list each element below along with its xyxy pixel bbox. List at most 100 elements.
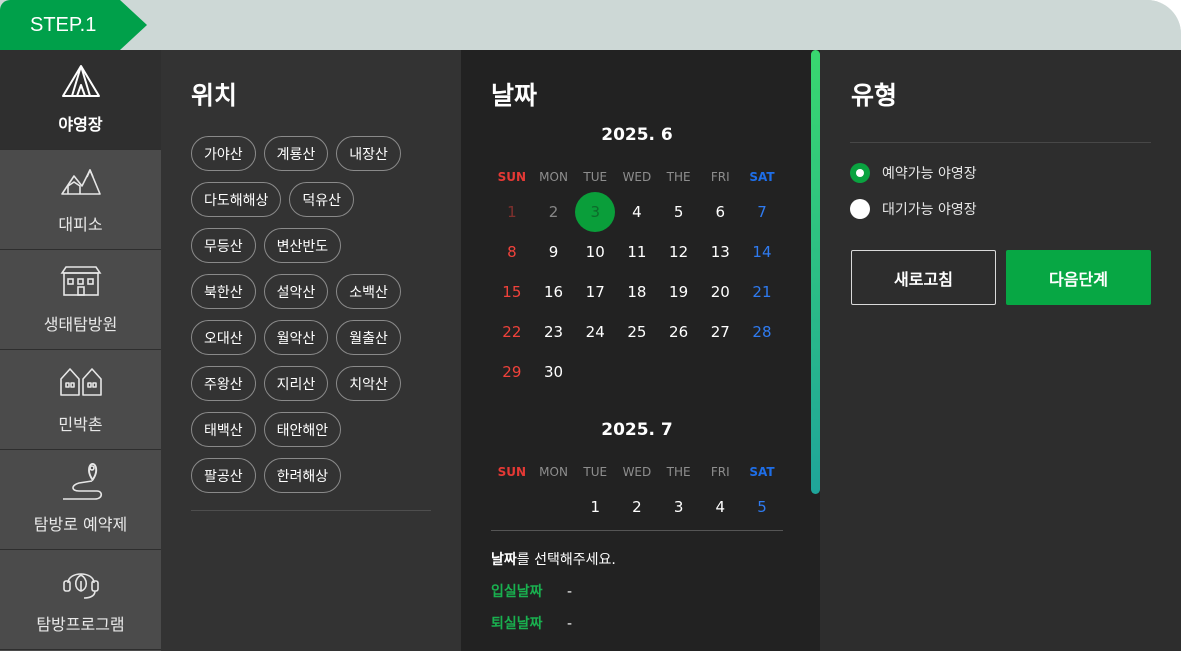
calendar-day[interactable]: 5 <box>658 192 700 232</box>
calendar-day[interactable]: 25 <box>616 312 658 352</box>
nav-label: 민박촌 <box>58 415 103 434</box>
location-chip[interactable]: 팔공산 <box>191 458 256 493</box>
location-chip[interactable]: 다도해해상 <box>191 182 282 217</box>
calendar-day[interactable]: 10 <box>574 232 616 272</box>
location-chip[interactable]: 변산반도 <box>263 228 342 263</box>
nav-item-campground[interactable]: 야영장 <box>0 50 161 150</box>
location-chip[interactable]: 가야산 <box>191 136 256 171</box>
calendar: 2025. 6 SUN MON TUE WED THE FRI SAT 1 2 3 4 5 6 7 8 9 10 1… <box>491 120 783 530</box>
calendar-week: 22 23 24 25 26 27 28 <box>491 312 783 352</box>
refresh-button[interactable]: 새로고침 <box>851 250 996 305</box>
calendar-day[interactable]: 26 <box>658 312 700 352</box>
location-chip[interactable]: 설악산 <box>263 274 329 309</box>
location-chip[interactable]: 오대산 <box>191 320 256 355</box>
location-chip[interactable]: 내장산 <box>336 136 401 171</box>
location-chip[interactable]: 덕유산 <box>289 182 355 217</box>
nav-item-eco-center[interactable]: 생태탐방원 <box>0 250 161 350</box>
calendar-day[interactable]: 3 <box>574 192 616 232</box>
calendar-empty-cell <box>616 352 658 392</box>
weekday-label: MON <box>539 465 568 479</box>
calendar-day[interactable]: 19 <box>658 272 700 312</box>
radio-waitlist-campground[interactable]: 대기가능 야영장 <box>850 199 977 219</box>
location-chip[interactable]: 월악산 <box>263 320 329 355</box>
location-chip[interactable]: 주왕산 <box>191 366 256 401</box>
day-number: 5 <box>757 498 767 516</box>
step-header: STEP.1 <box>0 0 1181 50</box>
calendar-day[interactable]: 7 <box>741 192 783 232</box>
location-chip[interactable]: 지리산 <box>263 366 329 401</box>
nav-item-guesthouse[interactable]: 민박촌 <box>0 350 161 450</box>
weekday-header: SUN MON TUE WED THE FRI SAT <box>491 463 783 481</box>
radio-label: 예약가능 야영장 <box>882 166 977 182</box>
calendar-empty-cell <box>699 352 741 392</box>
calendar-day[interactable]: 17 <box>574 272 616 312</box>
day-number: 2 <box>632 498 642 516</box>
day-number: 25 <box>627 323 647 341</box>
calendar-day[interactable]: 2 <box>616 487 658 527</box>
day-number: 7 <box>757 203 767 221</box>
calendar-day[interactable]: 8 <box>491 232 533 272</box>
calendar-day[interactable]: 1 <box>491 192 533 232</box>
calendar-day[interactable]: 2 <box>533 192 575 232</box>
houses-icon <box>59 361 103 401</box>
calendar-day[interactable]: 12 <box>658 232 700 272</box>
day-number: 26 <box>669 323 689 341</box>
reservation-widget: STEP.1 야영장 대피소 생태탐방원 민박촌 탐방로 예약제 탐방프로그램 … <box>0 0 1181 651</box>
nav-item-trail-reservation[interactable]: 탐방로 예약제 <box>0 450 161 550</box>
nav-item-program[interactable]: 탐방프로그램 <box>0 550 161 650</box>
calendar-day[interactable]: 30 <box>533 352 575 392</box>
day-number: 3 <box>673 498 684 516</box>
radio-available-campground[interactable]: 예약가능 야영장 <box>850 163 977 183</box>
location-chip[interactable]: 무등산 <box>191 228 256 263</box>
calendar-week: 1 2 3 4 5 6 7 <box>491 192 783 232</box>
location-chip[interactable]: 한려해상 <box>263 458 342 493</box>
calendar-day[interactable]: 11 <box>616 232 658 272</box>
location-chip[interactable]: 소백산 <box>336 274 401 309</box>
date-prompt-bold: 날짜 <box>491 552 517 568</box>
calendar-scrollbar[interactable] <box>811 50 820 494</box>
building-icon <box>59 261 103 301</box>
calendar-day[interactable]: 13 <box>699 232 741 272</box>
location-chip[interactable]: 월출산 <box>336 320 401 355</box>
calendar-day[interactable]: 24 <box>574 312 616 352</box>
calendar-day[interactable]: 1 <box>574 487 616 527</box>
divider <box>491 530 783 531</box>
location-chip[interactable]: 계룡산 <box>263 136 329 171</box>
next-step-button[interactable]: 다음단계 <box>1006 250 1151 305</box>
calendar-day[interactable]: 21 <box>741 272 783 312</box>
date-title: 날짜 <box>491 81 538 110</box>
calendar-day[interactable]: 9 <box>533 232 575 272</box>
calendar-day[interactable]: 6 <box>699 192 741 232</box>
calendar-week: 8 9 10 11 12 13 14 <box>491 232 783 272</box>
day-number: 19 <box>669 283 689 301</box>
day-number: 1 <box>590 498 600 516</box>
calendar-day[interactable]: 18 <box>616 272 658 312</box>
calendar-day[interactable]: 16 <box>533 272 575 312</box>
calendar-day[interactable]: 22 <box>491 312 533 352</box>
location-chip[interactable]: 태백산 <box>191 412 256 447</box>
location-chip[interactable]: 치악산 <box>336 366 401 401</box>
calendar-day[interactable]: 27 <box>699 312 741 352</box>
checkout-label: 퇴실날짜 <box>491 616 543 632</box>
calendar-empty-cell <box>574 352 616 392</box>
calendar-day[interactable]: 4 <box>616 192 658 232</box>
weekday-label: SUN <box>497 465 527 479</box>
type-panel: 유형 예약가능 야영장 대기가능 야영장 새로고침 다음단계 <box>820 50 1181 651</box>
day-number: 21 <box>752 283 772 301</box>
calendar-day[interactable]: 14 <box>741 232 783 272</box>
weekday-label: THE <box>666 170 691 184</box>
calendar-day[interactable]: 5 <box>741 487 783 527</box>
type-title: 유형 <box>851 81 898 110</box>
calendar-day[interactable]: 15 <box>491 272 533 312</box>
nav-item-shelter[interactable]: 대피소 <box>0 150 161 250</box>
calendar-day[interactable]: 29 <box>491 352 533 392</box>
location-chip[interactable]: 태안해안 <box>263 412 342 447</box>
calendar-day[interactable]: 4 <box>699 487 741 527</box>
calendar-day[interactable]: 3 <box>658 487 700 527</box>
nav-label: 탐방프로그램 <box>36 615 125 634</box>
month-title: 2025. 6 <box>601 125 673 145</box>
calendar-day[interactable]: 23 <box>533 312 575 352</box>
calendar-day[interactable]: 20 <box>699 272 741 312</box>
calendar-day[interactable]: 28 <box>741 312 783 352</box>
location-chip[interactable]: 북한산 <box>191 274 256 309</box>
